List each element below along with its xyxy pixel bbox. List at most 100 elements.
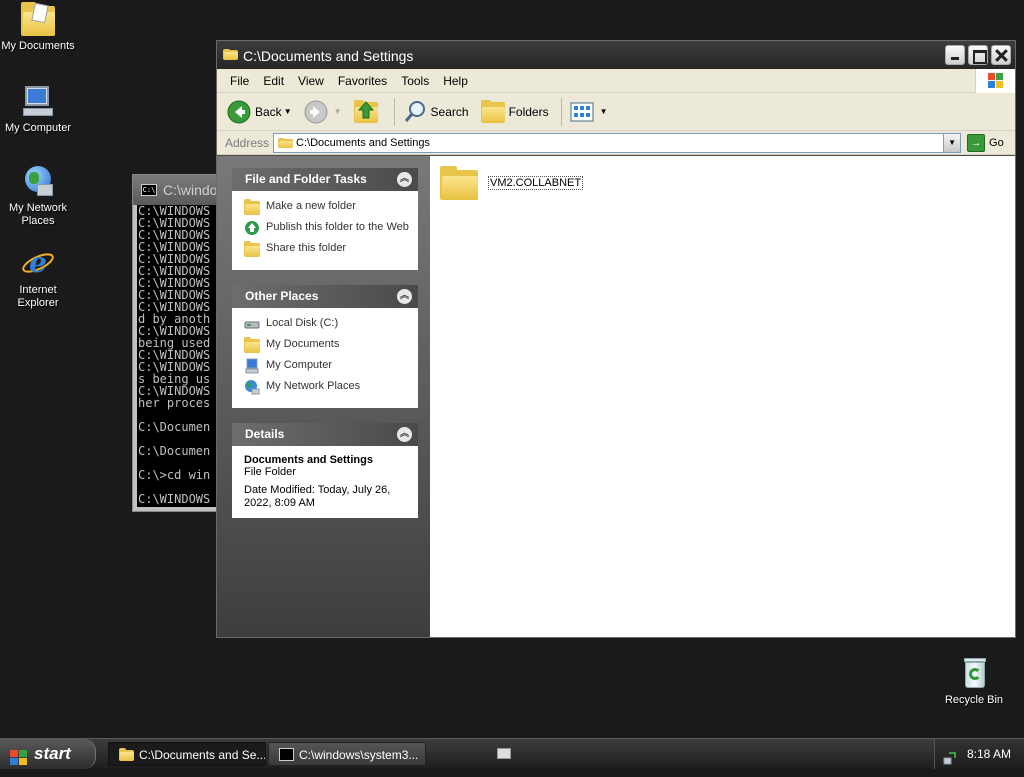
desktop-icon-recycle-bin[interactable]: Recycle Bin <box>936 656 1012 707</box>
desktop-icon-my-computer[interactable]: My Computer <box>0 84 76 135</box>
console-title: C:\windo <box>163 182 218 198</box>
console-line: C:\WINDOWS <box>138 492 211 506</box>
desktop-icon-label: Internet Explorer <box>17 284 59 309</box>
file-folder-tasks-header[interactable]: File and Folder Tasks ︽ <box>232 168 418 191</box>
link-label: Local Disk (C:) <box>266 317 339 329</box>
link-label: Publish this folder to the Web <box>266 221 409 233</box>
back-label: Back <box>255 104 282 119</box>
desktop-icon-label: Recycle Bin <box>944 694 1004 706</box>
close-button[interactable] <box>991 45 1011 65</box>
menu-edit[interactable]: Edit <box>256 74 291 88</box>
my-computer-link[interactable]: My Computer <box>244 358 410 374</box>
console-titlebar[interactable]: C:\ C:\windo <box>133 175 223 205</box>
share-folder-link[interactable]: Share this folder <box>244 241 410 257</box>
my-documents-link[interactable]: My Documents <box>244 337 410 353</box>
link-label: My Network Places <box>266 380 361 392</box>
network-globe-icon <box>244 379 260 395</box>
my-network-places-link[interactable]: My Network Places <box>244 379 410 395</box>
details-modified: Date Modified: Today, July 26, 2022, 8:0… <box>244 484 391 509</box>
folder-name: VM2.COLLABNET <box>488 176 584 190</box>
maximize-button[interactable] <box>968 45 988 65</box>
up-folder-button[interactable] <box>353 99 382 124</box>
link-label: Share this folder <box>266 242 347 254</box>
menu-view[interactable]: View <box>291 74 331 88</box>
search-label: Search <box>430 104 469 119</box>
internet-explorer-icon: e <box>21 246 55 280</box>
desktop-icon-my-network-places[interactable]: My Network Places <box>0 164 76 228</box>
other-places-panel: Other Places ︽ Local Disk (C:) My Docume… <box>232 285 418 408</box>
network-globe-icon <box>21 164 55 198</box>
details-panel: Details ︽ Documents and Settings File Fo… <box>232 423 418 518</box>
menu-bar: File Edit View Favorites Tools Help <box>217 69 1015 93</box>
folder-item[interactable]: VM2.COLLABNET <box>440 166 584 200</box>
menu-tools[interactable]: Tools <box>394 74 436 88</box>
go-button[interactable]: → Go <box>967 133 1004 152</box>
views-button[interactable]: ▼ <box>570 100 608 124</box>
minimize-button[interactable] <box>945 45 965 65</box>
go-arrow-icon: → <box>967 133 986 152</box>
start-button[interactable]: start <box>0 739 96 769</box>
collapse-chevron-icon[interactable]: ︽ <box>397 427 412 442</box>
task-pane: File and Folder Tasks ︽ Make a new folde… <box>217 156 430 637</box>
console-window[interactable]: C:\ C:\windo C:\WINDOWS C:\WINDOWS C:\WIND… <box>132 174 224 512</box>
desktop-icon-my-documents[interactable]: My Documents <box>0 2 76 53</box>
search-button[interactable]: Search <box>403 100 469 124</box>
start-label: start <box>34 744 71 763</box>
desktop-icon-label: My Network Places <box>8 202 68 227</box>
menu-help[interactable]: Help <box>436 74 475 88</box>
forward-dropdown-icon[interactable]: ▼ <box>334 107 342 116</box>
menu-favorites[interactable]: Favorites <box>331 74 394 88</box>
address-input[interactable]: C:\Documents and Settings ▼ <box>273 132 962 153</box>
file-folder-tasks-panel: File and Folder Tasks ︽ Make a new folde… <box>232 168 418 270</box>
back-dropdown-icon[interactable]: ▼ <box>284 107 292 116</box>
desktop-icon-label: My Documents <box>1 40 75 52</box>
publish-folder-link[interactable]: Publish this folder to the Web <box>244 220 410 236</box>
address-value: C:\Documents and Settings <box>296 136 430 149</box>
explorer-content: File and Folder Tasks ︽ Make a new folde… <box>217 156 1015 637</box>
collapse-chevron-icon[interactable]: ︽ <box>397 289 412 304</box>
views-icon <box>570 100 594 124</box>
hard-disk-icon <box>244 316 260 332</box>
forward-button[interactable]: ▼ <box>304 100 342 124</box>
task-label: C:\Documents and Se... <box>139 748 266 762</box>
console-output[interactable]: C:\WINDOWS C:\WINDOWS C:\WINDOWS C:\WINDOWS… <box>137 205 223 507</box>
publish-web-icon <box>244 220 260 236</box>
taskbar-button-explorer[interactable]: C:\Documents and Se... <box>108 742 266 766</box>
folders-icon <box>480 99 505 124</box>
local-disk-link[interactable]: Local Disk (C:) <box>244 316 410 332</box>
panel-title: Other Places <box>245 289 319 303</box>
keyboard-icon[interactable] <box>497 748 511 759</box>
my-documents-icon <box>244 337 260 353</box>
details-header[interactable]: Details ︽ <box>232 423 418 446</box>
desktop-icon-label: My Computer <box>4 122 72 134</box>
folder-icon <box>440 166 478 200</box>
views-dropdown-icon[interactable]: ▼ <box>600 107 608 116</box>
desktop-icon-internet-explorer[interactable]: e Internet Explorer <box>0 246 76 310</box>
file-list-pane[interactable]: VM2.COLLABNET <box>430 156 1015 637</box>
explorer-window[interactable]: C:\Documents and Settings File Edit View… <box>216 40 1016 638</box>
link-label: My Computer <box>266 359 333 371</box>
back-button[interactable]: Back ▼ <box>227 100 292 124</box>
system-tray: 8:18 AM <box>934 739 1024 769</box>
my-computer-icon <box>244 358 260 374</box>
folders-button[interactable]: Folders <box>480 99 549 124</box>
task-label: C:\windows\system3... <box>299 748 419 762</box>
toolbar-separator <box>560 97 562 126</box>
menu-file[interactable]: File <box>223 74 256 88</box>
make-new-folder-link[interactable]: Make a new folder <box>244 199 410 215</box>
details-type: File Folder <box>244 466 296 478</box>
clock[interactable]: 8:18 AM <box>967 747 1011 761</box>
console-line: C:\Documen <box>138 420 211 434</box>
other-places-header[interactable]: Other Places ︽ <box>232 285 418 308</box>
my-documents-icon <box>21 2 55 36</box>
explorer-titlebar[interactable]: C:\Documents and Settings <box>217 41 1015 69</box>
console-icon: C:\ <box>141 184 157 196</box>
standard-toolbar: Back ▼ ▼ Search Folders ▼ <box>217 93 1015 131</box>
tray-network-icon[interactable] <box>943 747 957 765</box>
taskbar-button-console[interactable]: C:\windows\system3... <box>268 742 426 766</box>
go-label: Go <box>989 136 1004 149</box>
recycle-bin-icon <box>957 656 991 690</box>
console-line: her proces <box>138 396 211 410</box>
address-dropdown-icon[interactable]: ▼ <box>943 133 961 152</box>
collapse-chevron-icon[interactable]: ︽ <box>397 172 412 187</box>
